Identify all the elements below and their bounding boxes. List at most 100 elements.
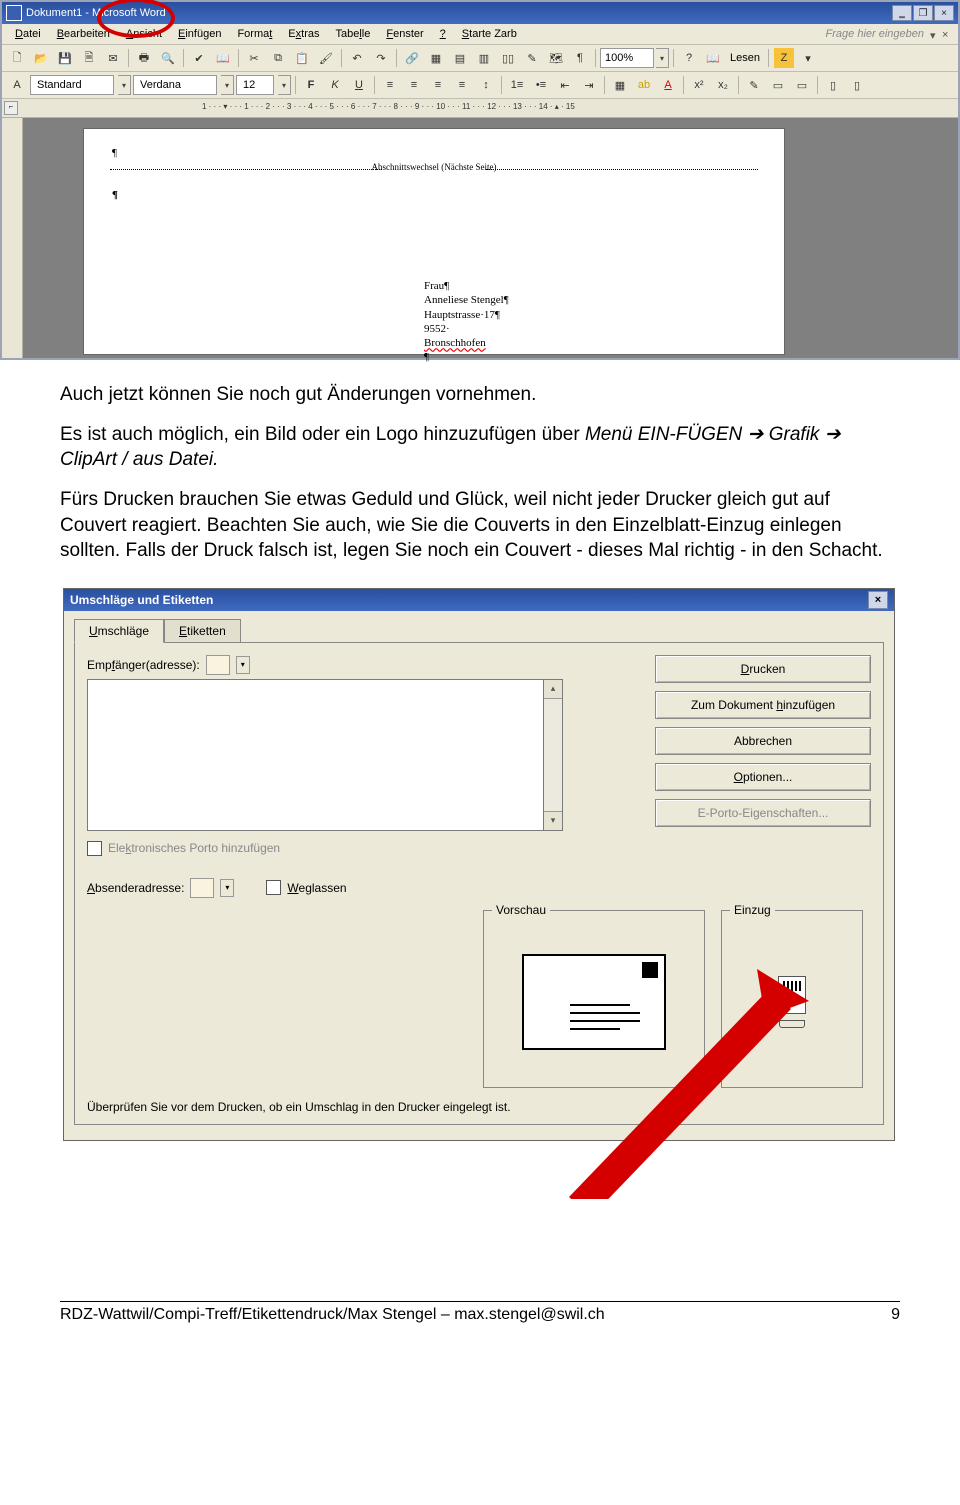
align-left-icon[interactable]: ≡ [379, 74, 401, 96]
restore-button[interactable]: ❐ [913, 5, 933, 21]
recipient-textarea[interactable] [87, 679, 544, 831]
extra4-icon[interactable]: ▯ [822, 74, 844, 96]
help-search-box[interactable]: Frage hier eingeben [826, 28, 928, 40]
minimize-button[interactable]: ‗ [892, 5, 912, 21]
docmap-icon[interactable]: 🗺 [545, 47, 567, 69]
fontsize-combo[interactable]: 12 [236, 75, 274, 95]
columns-icon[interactable]: ▯▯ [497, 47, 519, 69]
indent-icon[interactable]: ⇥ [578, 74, 600, 96]
styles-pane-icon[interactable]: A [6, 74, 28, 96]
open-icon[interactable]: 📂 [30, 47, 52, 69]
toolbar-overflow-icon[interactable]: ▾ [797, 47, 819, 69]
tab-umschlaege[interactable]: Umschläge [74, 619, 164, 643]
outdent-icon[interactable]: ⇤ [554, 74, 576, 96]
options-button[interactable]: Optionen... [655, 763, 871, 791]
line-spacing-icon[interactable]: ↕ [475, 74, 497, 96]
recipient-scrollbar[interactable]: ▴ ▾ [544, 679, 563, 831]
extra1-icon[interactable]: ✎ [743, 74, 765, 96]
close-button[interactable]: × [934, 5, 954, 21]
feed-area[interactable] [732, 927, 852, 1077]
read-layout-icon[interactable]: 📖 [702, 47, 724, 69]
omit-checkbox[interactable] [266, 880, 281, 895]
zoom-combo[interactable]: 100% [600, 48, 654, 68]
menu-format[interactable]: Format [230, 27, 279, 41]
save-icon[interactable]: 💾 [54, 47, 76, 69]
tab-etiketten[interactable]: Etiketten [164, 619, 241, 643]
extra5-icon[interactable]: ▯ [846, 74, 868, 96]
zoom-dropdown-icon[interactable]: ▾ [656, 48, 669, 68]
help-icon[interactable]: ? [678, 47, 700, 69]
print-button[interactable]: Drucken [655, 655, 871, 683]
read-layout-label[interactable]: Lesen [730, 52, 760, 64]
menu-extras[interactable]: Extras [281, 27, 326, 41]
highlight-icon[interactable]: ab [633, 74, 655, 96]
fontsize-dropdown-icon[interactable]: ▾ [278, 75, 291, 95]
preview-area[interactable] [494, 927, 694, 1077]
print-preview-icon[interactable]: 🔍 [157, 47, 179, 69]
new-doc-icon[interactable]: 🗋 [6, 47, 28, 69]
zarb-icon[interactable]: Z [773, 47, 795, 69]
scroll-down-icon[interactable]: ▾ [544, 811, 562, 830]
extra3-icon[interactable]: ▭ [791, 74, 813, 96]
addressbook-icon[interactable] [206, 655, 230, 675]
vertical-ruler[interactable] [2, 118, 23, 358]
menu-bearbeiten[interactable]: Bearbeiten [50, 27, 117, 41]
underline-icon[interactable]: U [348, 74, 370, 96]
drawing-icon[interactable]: ✎ [521, 47, 543, 69]
menu-datei[interactable]: Datei [8, 27, 48, 41]
hyperlink-icon[interactable]: 🔗 [401, 47, 423, 69]
sender-addressbook-dropdown-icon[interactable]: ▾ [220, 879, 234, 897]
sender-addressbook-icon[interactable] [190, 878, 214, 898]
document-page[interactable]: ¶ Abschnittswechsel (Nächste Seite) ¶ Fr… [83, 128, 785, 355]
add-to-doc-button[interactable]: Zum Dokument hinzufügen [655, 691, 871, 719]
tables-borders-icon[interactable]: ▦ [425, 47, 447, 69]
menu-startezarb[interactable]: Starte Zarb [455, 27, 524, 41]
addressbook-dropdown-icon[interactable]: ▾ [236, 656, 250, 674]
align-justify-icon[interactable]: ≡ [451, 74, 473, 96]
horizontal-ruler[interactable]: ⌐ 1 · · · ▾ · · · 1 · · · 2 · · · 3 · · … [2, 99, 958, 118]
spellcheck-icon[interactable]: ✔ [188, 47, 210, 69]
eporto-button[interactable]: E-Porto-Eigenschaften... [655, 799, 871, 827]
font-dropdown-icon[interactable]: ▾ [221, 75, 234, 95]
font-combo[interactable]: Verdana [133, 75, 217, 95]
numbering-icon[interactable]: 1≡ [506, 74, 528, 96]
menu-fenster[interactable]: Fenster [379, 27, 430, 41]
cancel-button[interactable]: Abbrechen [655, 727, 871, 755]
dialog-close-button[interactable]: × [868, 591, 888, 609]
scroll-track[interactable] [544, 699, 562, 811]
eporto-checkbox[interactable] [87, 841, 102, 856]
menu-ansicht[interactable]: Ansicht [119, 27, 169, 41]
print-icon[interactable]: 🖶 [133, 47, 155, 69]
show-para-icon[interactable]: ¶ [569, 47, 591, 69]
mail-icon[interactable]: ✉ [102, 47, 124, 69]
bold-icon[interactable]: F [300, 74, 322, 96]
redo-icon[interactable]: ↷ [370, 47, 392, 69]
format-painter-icon[interactable]: 🖌 [315, 47, 337, 69]
borders-icon[interactable]: ▦ [609, 74, 631, 96]
excel-icon[interactable]: ▥ [473, 47, 495, 69]
scroll-up-icon[interactable]: ▴ [544, 680, 562, 699]
style-dropdown-icon[interactable]: ▾ [118, 75, 131, 95]
cut-icon[interactable]: ✂ [243, 47, 265, 69]
research-icon[interactable]: 📖 [212, 47, 234, 69]
superscript-icon[interactable]: x² [688, 74, 710, 96]
ruler-corner[interactable]: ⌐ [4, 101, 18, 115]
menu-tabelle[interactable]: Tabelle [328, 27, 377, 41]
help-dropdown-icon[interactable]: ▾ [930, 29, 940, 39]
align-right-icon[interactable]: ≡ [427, 74, 449, 96]
menu-einfuegen[interactable]: Einfügen [171, 27, 228, 41]
help-close-icon[interactable]: × [942, 29, 952, 39]
subscript-icon[interactable]: x₂ [712, 74, 734, 96]
italic-icon[interactable]: K [324, 74, 346, 96]
menu-help[interactable]: ? [433, 27, 453, 41]
insert-table-icon[interactable]: ▤ [449, 47, 471, 69]
extra2-icon[interactable]: ▭ [767, 74, 789, 96]
align-center-icon[interactable]: ≡ [403, 74, 425, 96]
font-color-icon[interactable]: A [657, 74, 679, 96]
style-combo[interactable]: Standard [30, 75, 114, 95]
paste-icon[interactable]: 📋 [291, 47, 313, 69]
permission-icon[interactable]: 🗎 [78, 47, 100, 69]
bullets-icon[interactable]: •≡ [530, 74, 552, 96]
copy-icon[interactable]: ⧉ [267, 47, 289, 69]
undo-icon[interactable]: ↶ [346, 47, 368, 69]
